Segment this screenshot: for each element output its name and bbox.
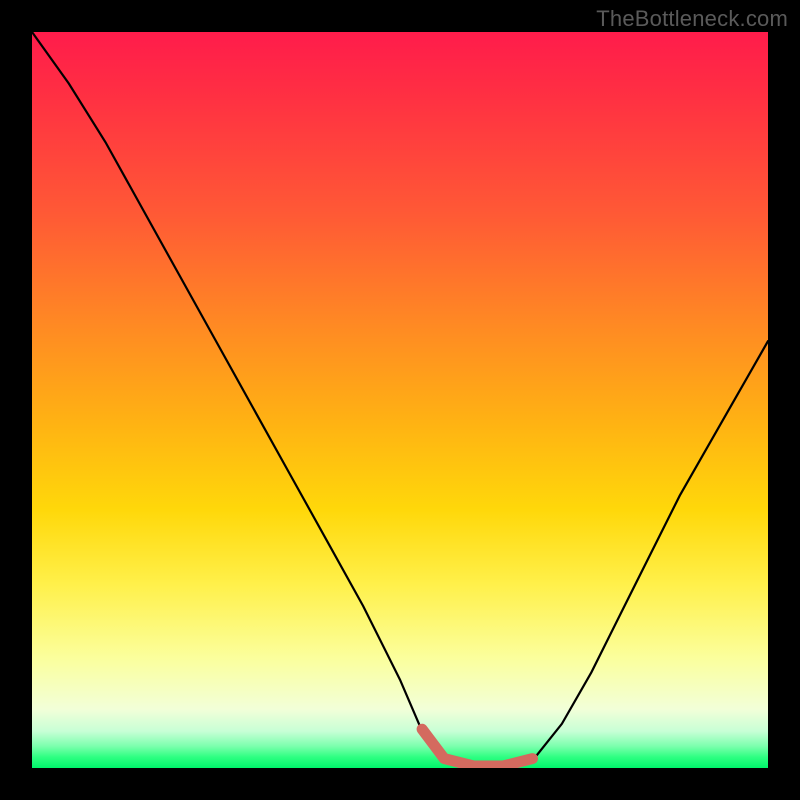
plot-area: [32, 32, 768, 768]
watermark-text: TheBottleneck.com: [596, 6, 788, 32]
curve-layer: [32, 32, 768, 768]
bottleneck-curve: [32, 32, 768, 768]
optimal-range-highlight: [422, 729, 532, 766]
chart-frame: TheBottleneck.com: [0, 0, 800, 800]
